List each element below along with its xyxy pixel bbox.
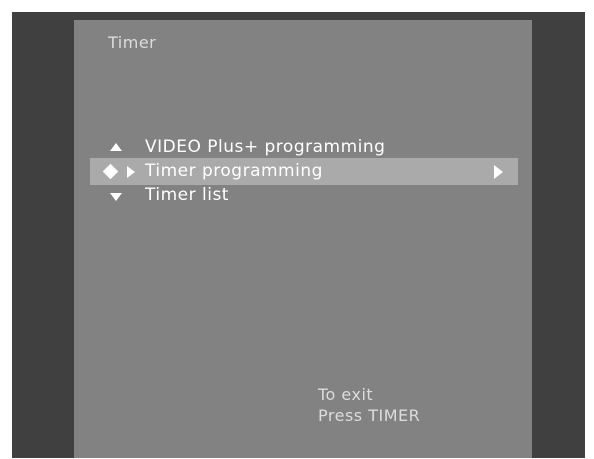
- menu-item-video-plus-programming[interactable]: VIDEO Plus+ programming: [74, 134, 532, 161]
- exit-hint-line2: Press TIMER: [318, 406, 421, 425]
- cursor-right-triangle-icon: [127, 166, 135, 178]
- right-triangle-icon[interactable]: [494, 165, 503, 179]
- menu-item-label: Timer list: [145, 185, 229, 205]
- osd-screen: Timer VIDEO Plus+ programming Timer prog…: [74, 20, 532, 458]
- tv-frame: Timer VIDEO Plus+ programming Timer prog…: [12, 12, 585, 458]
- screen-title: Timer: [108, 33, 157, 52]
- down-triangle-icon: [110, 193, 122, 201]
- menu-item-timer-programming[interactable]: Timer programming: [90, 158, 518, 185]
- diamond-select-icon: [102, 163, 119, 180]
- exit-hint-line1: To exit: [318, 385, 374, 404]
- menu-item-label: Timer programming: [145, 161, 323, 181]
- menu-item-timer-list[interactable]: Timer list: [74, 182, 532, 209]
- exit-hint: To exit Press TIMER: [318, 384, 420, 426]
- menu-item-label: VIDEO Plus+ programming: [145, 137, 386, 157]
- timer-menu: VIDEO Plus+ programming Timer programmin…: [74, 134, 532, 209]
- up-triangle-icon: [110, 143, 122, 151]
